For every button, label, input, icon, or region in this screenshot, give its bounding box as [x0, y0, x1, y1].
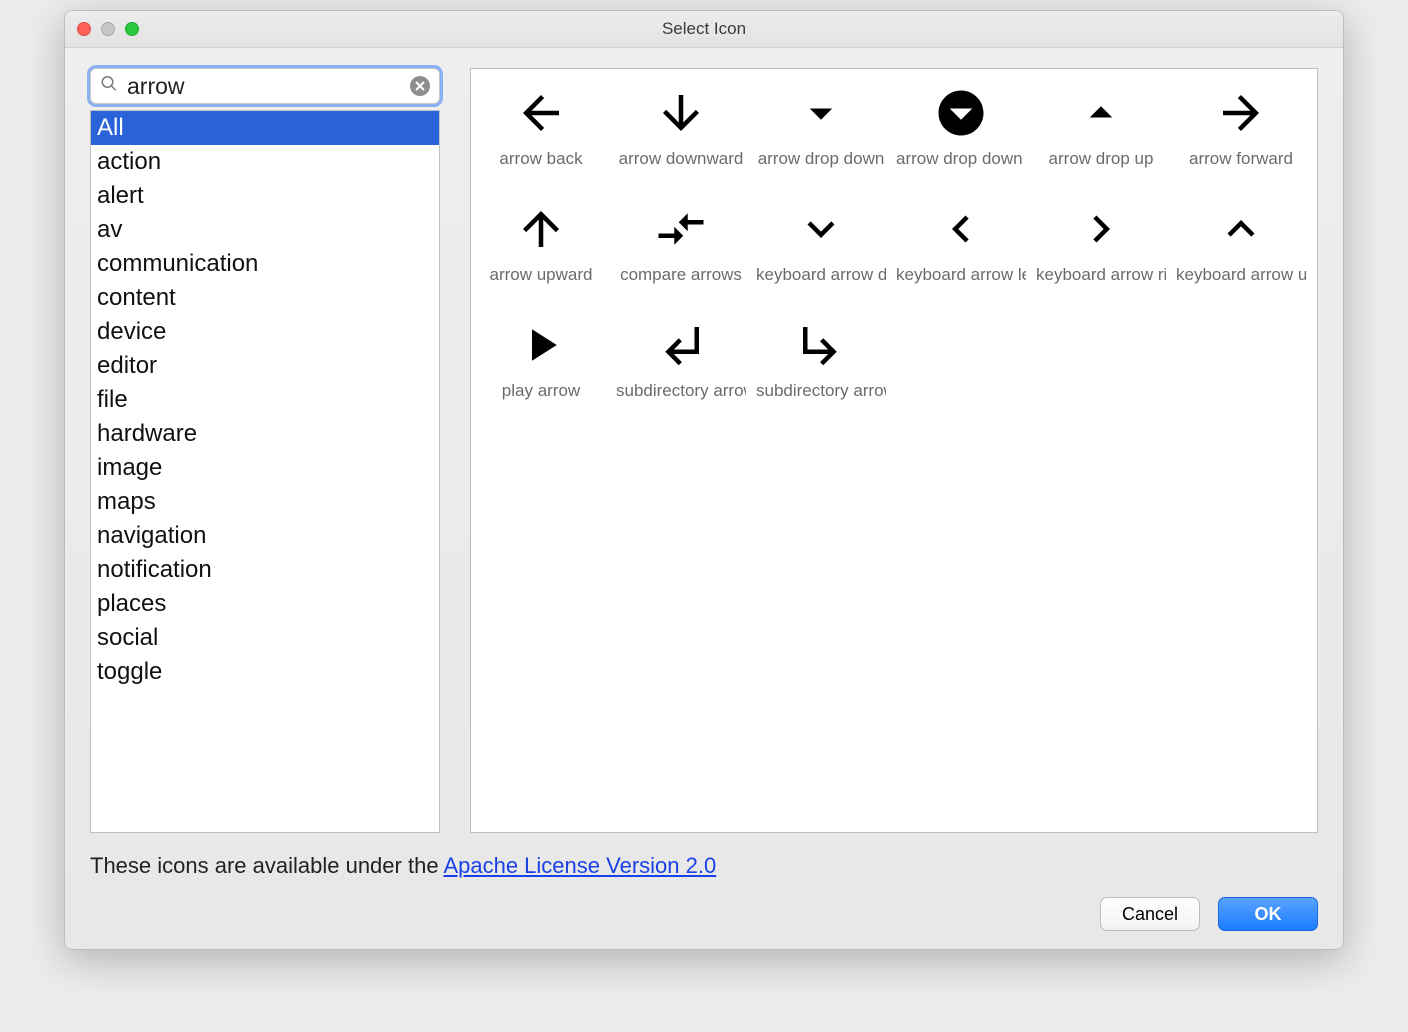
license-text: These icons are available under the Apac… [90, 853, 1318, 879]
category-item[interactable]: places [91, 587, 439, 621]
keyboard-arrow-left-icon [934, 193, 988, 265]
category-item[interactable]: notification [91, 553, 439, 587]
icon-grid: arrow back arrow downward arrow drop down a… [471, 77, 1317, 425]
icon-label: subdirectory arrow left [616, 381, 746, 401]
icon-cell[interactable]: arrow upward [471, 193, 611, 309]
category-item[interactable]: device [91, 315, 439, 349]
arrow-downward-icon [654, 77, 708, 149]
icon-cell[interactable]: subdirectory arrow left [611, 309, 751, 425]
titlebar: Select Icon [65, 11, 1343, 48]
icon-grid-panel: arrow back arrow downward arrow drop down a… [470, 68, 1318, 833]
icon-cell[interactable]: subdirectory arrow right [751, 309, 891, 425]
icon-cell[interactable]: arrow drop down [751, 77, 891, 193]
icon-cell[interactable]: arrow back [471, 77, 611, 193]
icon-cell[interactable]: arrow drop up [1031, 77, 1171, 193]
category-item[interactable]: file [91, 383, 439, 417]
icon-label: arrow upward [476, 265, 606, 285]
clear-search-icon[interactable] [410, 76, 430, 96]
traffic-lights [77, 22, 139, 36]
category-item[interactable]: editor [91, 349, 439, 383]
icon-label: keyboard arrow down [756, 265, 886, 285]
category-item[interactable]: All [91, 111, 439, 145]
dialog-footer: These icons are available under the Apac… [65, 843, 1343, 949]
dialog-window: Select Icon Allactionalertavcommunicatio… [64, 10, 1344, 950]
left-panel: Allactionalertavcommunicationcontentdevi… [90, 68, 440, 833]
play-arrow-icon [514, 309, 568, 381]
icon-label: play arrow [476, 381, 606, 401]
arrow-back-icon [514, 77, 568, 149]
icon-cell[interactable]: keyboard arrow up [1171, 193, 1311, 309]
icon-cell[interactable]: arrow downward [611, 77, 751, 193]
minimize-window-icon [101, 22, 115, 36]
icon-label: subdirectory arrow right [756, 381, 886, 401]
category-item[interactable]: navigation [91, 519, 439, 553]
category-item[interactable]: maps [91, 485, 439, 519]
category-item[interactable]: hardware [91, 417, 439, 451]
icon-label: compare arrows [616, 265, 746, 285]
icon-label: keyboard arrow up [1176, 265, 1306, 285]
search-input[interactable] [90, 68, 440, 104]
category-item[interactable]: action [91, 145, 439, 179]
dialog-content: Allactionalertavcommunicationcontentdevi… [65, 48, 1343, 843]
icon-label: arrow drop down [756, 149, 886, 169]
icon-cell[interactable]: arrow drop down circle [891, 77, 1031, 193]
icon-cell[interactable]: play arrow [471, 309, 611, 425]
zoom-window-icon[interactable] [125, 22, 139, 36]
close-window-icon[interactable] [77, 22, 91, 36]
icon-label: keyboard arrow right [1036, 265, 1166, 285]
category-item[interactable]: social [91, 621, 439, 655]
category-item[interactable]: alert [91, 179, 439, 213]
search-icon [100, 75, 118, 98]
category-item[interactable]: image [91, 451, 439, 485]
window-title: Select Icon [65, 19, 1343, 39]
compare-arrows-icon [654, 193, 708, 265]
keyboard-arrow-down-icon [794, 193, 848, 265]
subdirectory-arrow-left-icon [654, 309, 708, 381]
icon-label: keyboard arrow left [896, 265, 1026, 285]
keyboard-arrow-right-icon [1074, 193, 1128, 265]
icon-label: arrow forward [1176, 149, 1306, 169]
search-wrap [90, 68, 440, 104]
arrow-drop-down-icon [794, 77, 848, 149]
arrow-upward-icon [514, 193, 568, 265]
icon-cell[interactable]: keyboard arrow left [891, 193, 1031, 309]
icon-label: arrow back [476, 149, 606, 169]
arrow-forward-icon [1214, 77, 1268, 149]
icon-cell[interactable]: compare arrows [611, 193, 751, 309]
license-link[interactable]: Apache License Version 2.0 [443, 853, 716, 878]
icon-cell[interactable]: arrow forward [1171, 77, 1311, 193]
arrow-drop-down-circle-icon [934, 77, 988, 149]
dialog-buttons: Cancel OK [90, 897, 1318, 931]
category-item[interactable]: av [91, 213, 439, 247]
icon-label: arrow downward [616, 149, 746, 169]
subdirectory-arrow-right-icon [794, 309, 848, 381]
icon-label: arrow drop down circle [896, 149, 1026, 169]
category-item[interactable]: communication [91, 247, 439, 281]
icon-cell[interactable]: keyboard arrow down [751, 193, 891, 309]
category-item[interactable]: toggle [91, 655, 439, 689]
icon-label: arrow drop up [1036, 149, 1166, 169]
keyboard-arrow-up-icon [1214, 193, 1268, 265]
license-prefix: These icons are available under the [90, 853, 443, 878]
cancel-button[interactable]: Cancel [1100, 897, 1200, 931]
category-list[interactable]: Allactionalertavcommunicationcontentdevi… [90, 110, 440, 833]
icon-cell[interactable]: keyboard arrow right [1031, 193, 1171, 309]
arrow-drop-up-icon [1074, 77, 1128, 149]
ok-button[interactable]: OK [1218, 897, 1318, 931]
category-item[interactable]: content [91, 281, 439, 315]
